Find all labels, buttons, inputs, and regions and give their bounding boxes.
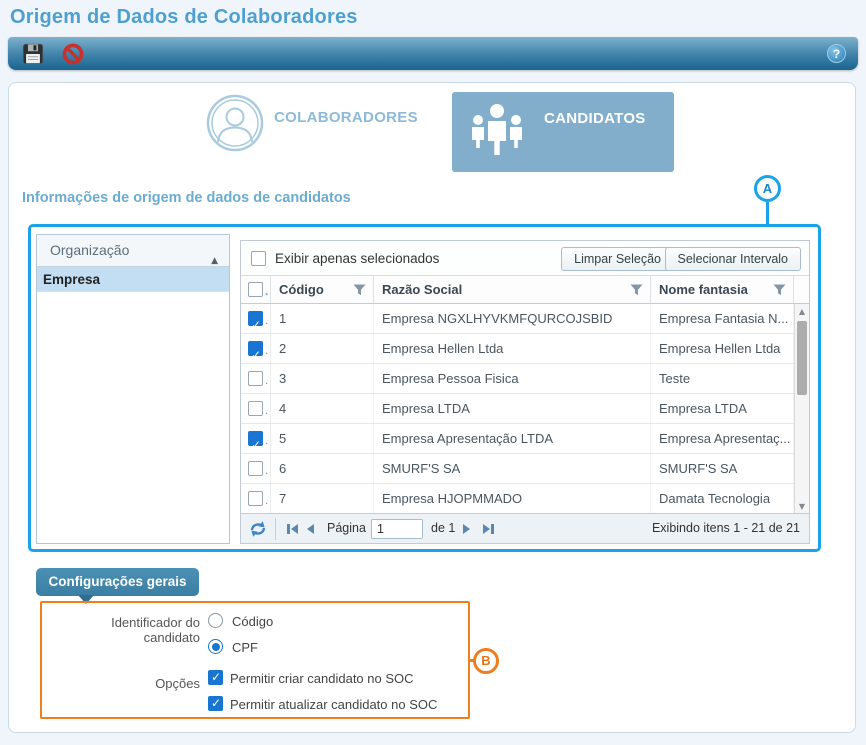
grid-footer: Página de 1 Exibindo itens 1 - 21 de 21 <box>241 513 809 543</box>
scrollbar-thumb[interactable] <box>797 321 807 395</box>
annotation-a: A <box>754 175 781 202</box>
column-header-codigo[interactable]: Código <box>271 276 374 303</box>
scroll-down-icon[interactable]: ▼ <box>795 502 809 511</box>
grid-toolbar: Exibir apenas selecionados Limpar Seleçã… <box>241 241 809 276</box>
cell-razao-social: Empresa Apresentação LTDA <box>374 424 651 453</box>
radio-codigo[interactable] <box>208 613 223 628</box>
table-row[interactable]: 4 Empresa LTDA Empresa LTDA <box>241 394 809 424</box>
cell-nome-fantasia: SMURF'S SA <box>651 454 794 483</box>
cell-codigo: 5 <box>271 424 374 453</box>
cell-razao-social: Empresa Hellen Ltda <box>374 334 651 363</box>
divider <box>275 518 276 540</box>
cell-razao-social: Empresa NGXLHYVKMFQURCOJSBID <box>374 304 651 333</box>
table-row[interactable]: 7 Empresa HJOPMMADO Damata Tecnologia <box>241 484 809 514</box>
allow-update-candidate-label: Permitir atualizar candidato no SOC <box>230 697 437 712</box>
allow-create-candidate-checkbox[interactable] <box>208 670 223 685</box>
allow-update-candidate-checkbox[interactable] <box>208 696 223 711</box>
companies-grid: Exibir apenas selecionados Limpar Seleçã… <box>240 240 810 544</box>
page-title: Origem de Dados de Colaboradores <box>10 6 358 29</box>
person-outline-icon[interactable] <box>206 94 264 152</box>
table-row[interactable]: 2 Empresa Hellen Ltda Empresa Hellen Ltd… <box>241 334 809 364</box>
organization-header-label: Organização <box>50 242 129 258</box>
next-page-button[interactable] <box>463 524 470 534</box>
cell-codigo: 7 <box>271 484 374 513</box>
radio-codigo-label: Código <box>232 614 273 629</box>
column-header-fantasia-label: Nome fantasia <box>659 282 748 297</box>
cell-razao-social: Empresa LTDA <box>374 394 651 423</box>
tab-candidatos-label: CANDIDATOS <box>544 110 646 127</box>
filter-icon[interactable] <box>353 284 366 296</box>
cell-nome-fantasia: Empresa Apresentaç... <box>651 424 794 453</box>
show-only-selected-checkbox[interactable] <box>251 251 266 266</box>
tab-candidatos[interactable]: CANDIDATOS <box>452 92 674 172</box>
identifier-label: Identificador do candidato <box>55 615 200 645</box>
cell-razao-social: Empresa Pessoa Fisica <box>374 364 651 393</box>
organization-panel-header[interactable]: Organização ▲ <box>37 235 229 267</box>
table-row[interactable]: 1 Empresa NGXLHYVKMFQURCOJSBID Empresa F… <box>241 304 809 334</box>
table-row[interactable]: 6 SMURF'S SA SMURF'S SA <box>241 454 809 484</box>
org-item-empresa[interactable]: Empresa <box>37 267 229 292</box>
page-count-label: de 1 <box>431 514 455 543</box>
allow-create-candidate-label: Permitir criar candidato no SOC <box>230 671 414 686</box>
page-number-input[interactable] <box>371 519 423 539</box>
select-interval-button[interactable]: Selecionar Intervalo <box>665 247 801 271</box>
radio-cpf[interactable] <box>208 639 223 654</box>
previous-page-button[interactable] <box>307 524 314 534</box>
row-checkbox[interactable] <box>248 461 263 476</box>
radio-cpf-label: CPF <box>232 640 258 655</box>
row-checkbox[interactable] <box>248 491 263 506</box>
cell-codigo: 2 <box>271 334 374 363</box>
column-header-razao-social[interactable]: Razão Social <box>374 276 651 303</box>
table-row[interactable]: 3 Empresa Pessoa Fisica Teste <box>241 364 809 394</box>
row-checkbox[interactable] <box>248 431 263 446</box>
row-checkbox[interactable] <box>248 311 263 326</box>
cell-nome-fantasia: Teste <box>651 364 794 393</box>
first-page-button[interactable] <box>287 524 298 534</box>
filter-icon[interactable] <box>630 284 643 296</box>
refresh-icon[interactable] <box>249 520 267 538</box>
people-group-icon <box>468 102 526 164</box>
show-only-selected-label: Exibir apenas selecionados <box>275 241 439 276</box>
table-row[interactable]: 5 Empresa Apresentação LTDA Empresa Apre… <box>241 424 809 454</box>
cell-razao-social: Empresa HJOPMMADO <box>374 484 651 513</box>
vertical-scrollbar[interactable]: ▲ ▼ <box>794 304 809 514</box>
column-header-razao-label: Razão Social <box>382 282 462 297</box>
page-label: Página <box>327 514 366 543</box>
organization-panel: Organização ▲ Empresa <box>36 234 230 544</box>
section-heading: Informações de origem de dados de candid… <box>22 190 351 206</box>
collapse-icon[interactable]: ▲ <box>211 246 218 277</box>
cell-codigo: 1 <box>271 304 374 333</box>
cell-codigo: 3 <box>271 364 374 393</box>
row-checkbox[interactable] <box>248 371 263 386</box>
tab-configuracoes-gerais[interactable]: Configurações gerais <box>36 568 199 596</box>
help-icon[interactable]: ? <box>827 44 846 63</box>
column-header-nome-fantasia[interactable]: Nome fantasia <box>651 276 794 303</box>
cell-nome-fantasia: Damata Tecnologia <box>651 484 794 513</box>
cell-nome-fantasia: Empresa LTDA <box>651 394 794 423</box>
row-checkbox[interactable] <box>248 401 263 416</box>
cell-razao-social: SMURF'S SA <box>374 454 651 483</box>
annotation-b: B <box>473 648 499 674</box>
row-checkbox[interactable] <box>248 341 263 356</box>
items-status: Exibindo itens 1 - 21 de 21 <box>652 514 800 543</box>
cancel-icon[interactable] <box>62 43 84 65</box>
filter-icon[interactable] <box>773 284 786 296</box>
scroll-up-icon[interactable]: ▲ <box>795 307 809 316</box>
toolbar: ? <box>8 37 858 70</box>
select-all-cell <box>241 276 271 303</box>
grid-header: Código Razão Social Nome fantasia <box>241 276 809 304</box>
tab-colaboradores[interactable]: COLABORADORES <box>274 109 418 126</box>
cell-nome-fantasia: Empresa Hellen Ltda <box>651 334 794 363</box>
options-label: Opções <box>120 676 200 691</box>
clear-selection-button[interactable]: Limpar Seleção <box>561 247 674 271</box>
last-page-button[interactable] <box>483 524 494 534</box>
annotation-a-line <box>766 202 769 225</box>
cell-codigo: 6 <box>271 454 374 483</box>
cell-nome-fantasia: Empresa Fantasia N... <box>651 304 794 333</box>
column-header-codigo-label: Código <box>279 282 324 297</box>
save-icon[interactable] <box>22 43 44 65</box>
select-all-checkbox[interactable] <box>248 282 263 297</box>
cell-codigo: 4 <box>271 394 374 423</box>
grid-body: 1 Empresa NGXLHYVKMFQURCOJSBID Empresa F… <box>241 304 809 514</box>
